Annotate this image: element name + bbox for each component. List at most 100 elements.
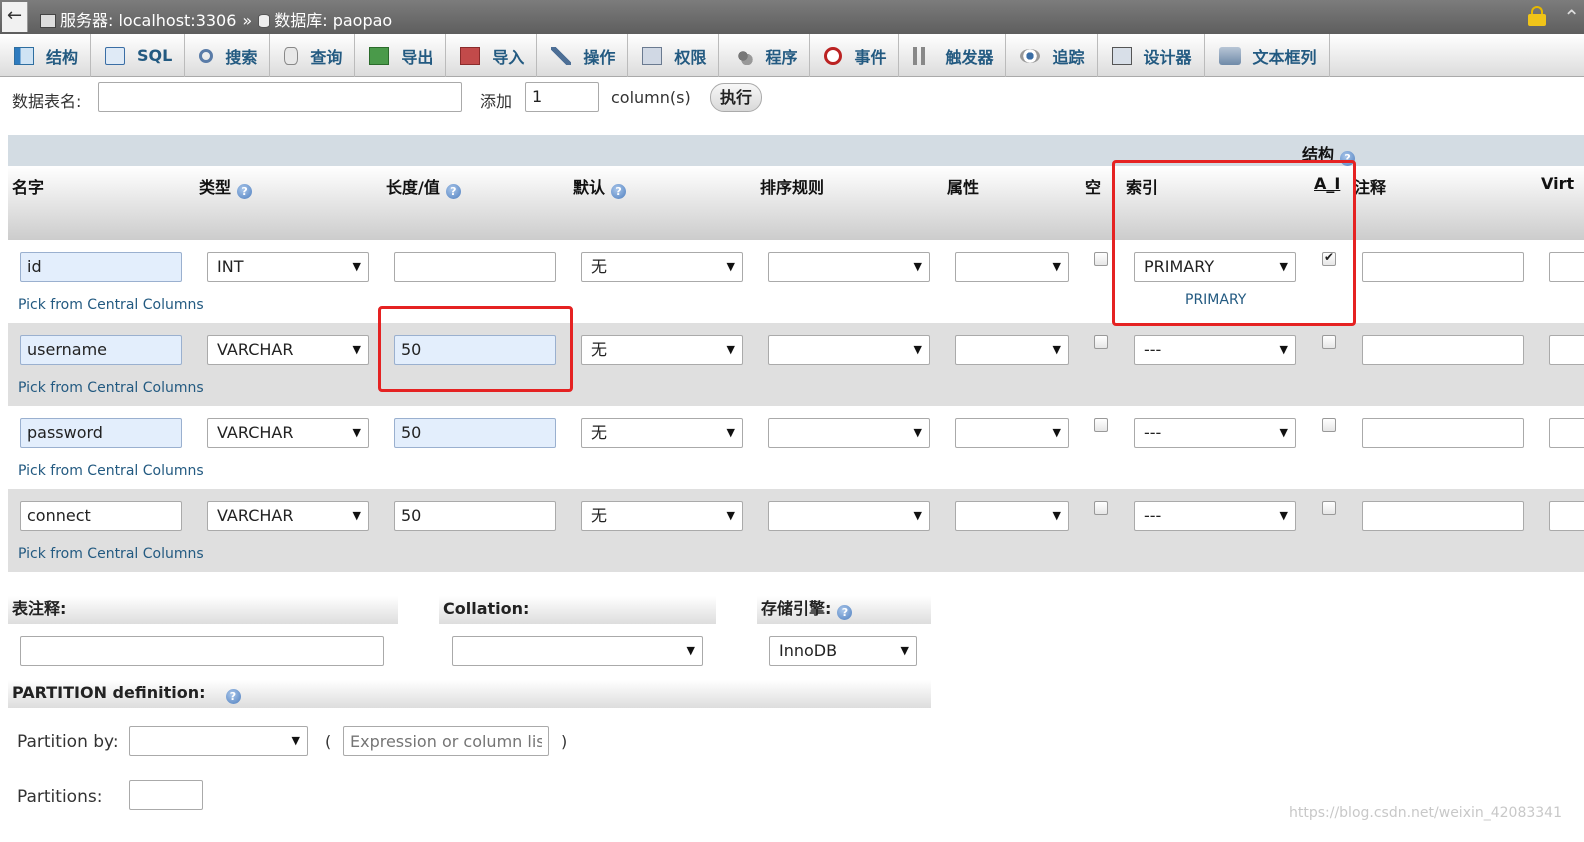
column-type-select[interactable]: VARCHAR: [207, 501, 369, 531]
column-comment-input[interactable]: [1362, 335, 1524, 365]
table-name-input[interactable]: [98, 82, 462, 112]
column-comment-input[interactable]: [1362, 501, 1524, 531]
pick-central-columns-link[interactable]: Pick from Central Columns: [18, 463, 204, 479]
column-null-checkbox[interactable]: [1094, 252, 1108, 266]
column-length-input[interactable]: [394, 252, 556, 282]
header-type-label: 类型: [199, 178, 232, 197]
column-default-select[interactable]: 无: [581, 335, 743, 365]
tab-structure[interactable]: 结构: [0, 34, 92, 77]
help-icon[interactable]: ?: [237, 184, 253, 199]
pick-central-columns-link[interactable]: Pick from Central Columns: [18, 380, 204, 396]
column-default-select[interactable]: 无: [581, 252, 743, 282]
header-default: 默认?: [573, 174, 627, 199]
column-comment-input[interactable]: [1362, 418, 1524, 448]
partition-expression-input[interactable]: [343, 726, 549, 756]
column-index-select[interactable]: ---: [1134, 501, 1296, 531]
column-attribute-select[interactable]: [955, 418, 1069, 448]
pick-central-columns-link[interactable]: Pick from Central Columns: [18, 297, 204, 313]
column-comment-input[interactable]: [1362, 252, 1524, 282]
column-virtuality-select[interactable]: [1549, 418, 1584, 448]
tab-import[interactable]: 导入: [446, 34, 538, 77]
help-icon[interactable]: ?: [837, 605, 853, 620]
textfield-icon: [1218, 46, 1241, 65]
tab-events[interactable]: 事件: [810, 34, 900, 77]
tab-label: 设计器: [1143, 47, 1192, 67]
tab-export[interactable]: 导出: [355, 34, 447, 77]
help-icon[interactable]: ?: [225, 689, 241, 704]
column-attribute-select[interactable]: [955, 335, 1069, 365]
partition-by-select[interactable]: [129, 726, 308, 756]
column-type-select[interactable]: VARCHAR: [207, 335, 369, 365]
column-default-select[interactable]: 无: [581, 418, 743, 448]
column-name-input[interactable]: id: [20, 252, 182, 282]
help-icon[interactable]: ?: [611, 184, 627, 199]
column-name-input[interactable]: connect: [20, 501, 182, 531]
lock-icon[interactable]: [1528, 6, 1546, 26]
table-comment-input[interactable]: [20, 636, 384, 666]
tab-textfield-columns[interactable]: 文本框列: [1205, 34, 1330, 77]
tab-label: 程序: [765, 47, 798, 67]
header-attributes: 属性: [947, 178, 980, 197]
header-type: 类型?: [199, 174, 253, 199]
column-virtuality-select[interactable]: [1549, 501, 1584, 531]
column-virtuality-select[interactable]: [1549, 252, 1584, 282]
column-ai-checkbox[interactable]: [1322, 501, 1336, 515]
tab-label: 查询: [310, 47, 343, 67]
column-null-checkbox[interactable]: [1094, 501, 1108, 515]
watermark-text: https://blog.csdn.net/weixin_42083341: [1288, 805, 1562, 821]
privileges-icon: [642, 46, 663, 65]
tab-privileges[interactable]: 权限: [628, 34, 720, 77]
header-null: 空: [1085, 178, 1102, 197]
open-paren: (: [325, 732, 332, 751]
column-index-select[interactable]: ---: [1134, 418, 1296, 448]
column-name-input[interactable]: username: [20, 335, 182, 365]
tab-query[interactable]: 查询: [270, 34, 356, 77]
column-type-select[interactable]: VARCHAR: [207, 418, 369, 448]
back-arrow-icon[interactable]: ←: [2, 2, 28, 32]
column-attribute-select[interactable]: [955, 252, 1069, 282]
breadcrumb-server[interactable]: 服务器: localhost:3306: [60, 11, 236, 30]
column-ai-checkbox[interactable]: [1322, 335, 1336, 349]
column-index-select[interactable]: ---: [1134, 335, 1296, 365]
column-collation-select[interactable]: [768, 252, 930, 282]
partition-definition-label: PARTITION definition:: [12, 683, 206, 702]
tab-triggers[interactable]: 触发器: [899, 34, 1007, 77]
tab-routines[interactable]: 程序: [719, 34, 811, 77]
help-icon[interactable]: ?: [445, 184, 461, 199]
column-collation-select[interactable]: [768, 418, 930, 448]
column-attribute-select[interactable]: [955, 501, 1069, 531]
tab-tracking[interactable]: 追踪: [1006, 34, 1098, 77]
column-length-input[interactable]: 50: [394, 501, 556, 531]
partitions-input[interactable]: [129, 780, 203, 810]
collapse-icon[interactable]: ⌃: [1563, 5, 1580, 29]
highlight-box-index-ai: [1112, 160, 1356, 326]
storage-engine-select[interactable]: InnoDB: [769, 636, 917, 666]
collation-label: Collation:: [439, 596, 716, 624]
partitions-label: Partitions:: [17, 787, 103, 807]
column-collation-select[interactable]: [768, 335, 930, 365]
tab-label: 搜索: [225, 47, 258, 67]
tab-operations[interactable]: 操作: [537, 34, 629, 77]
add-columns-count-input[interactable]: 1: [525, 82, 599, 112]
tab-search[interactable]: 搜索: [185, 34, 271, 77]
tab-label: 操作: [583, 47, 616, 67]
column-virtuality-select[interactable]: [1549, 335, 1584, 365]
breadcrumb-database[interactable]: 数据库: paopao: [274, 11, 392, 30]
tab-sql[interactable]: SQL: [91, 34, 186, 77]
column-collation-select[interactable]: [768, 501, 930, 531]
execute-button[interactable]: 执行: [710, 83, 762, 112]
column-ai-checkbox[interactable]: [1322, 418, 1336, 432]
column-length-input[interactable]: 50: [394, 418, 556, 448]
pick-central-columns-link[interactable]: Pick from Central Columns: [18, 546, 204, 562]
database-icon: [258, 14, 271, 28]
designer-icon: [1111, 46, 1132, 65]
column-default-select[interactable]: 无: [581, 501, 743, 531]
tab-designer[interactable]: 设计器: [1098, 34, 1205, 77]
column-name-input[interactable]: password: [20, 418, 182, 448]
column-type-select[interactable]: INT: [207, 252, 369, 282]
search-icon: [199, 48, 214, 63]
column-null-checkbox[interactable]: [1094, 335, 1108, 349]
table-collation-select[interactable]: [452, 636, 703, 666]
header-default-label: 默认: [573, 178, 606, 197]
column-null-checkbox[interactable]: [1094, 418, 1108, 432]
